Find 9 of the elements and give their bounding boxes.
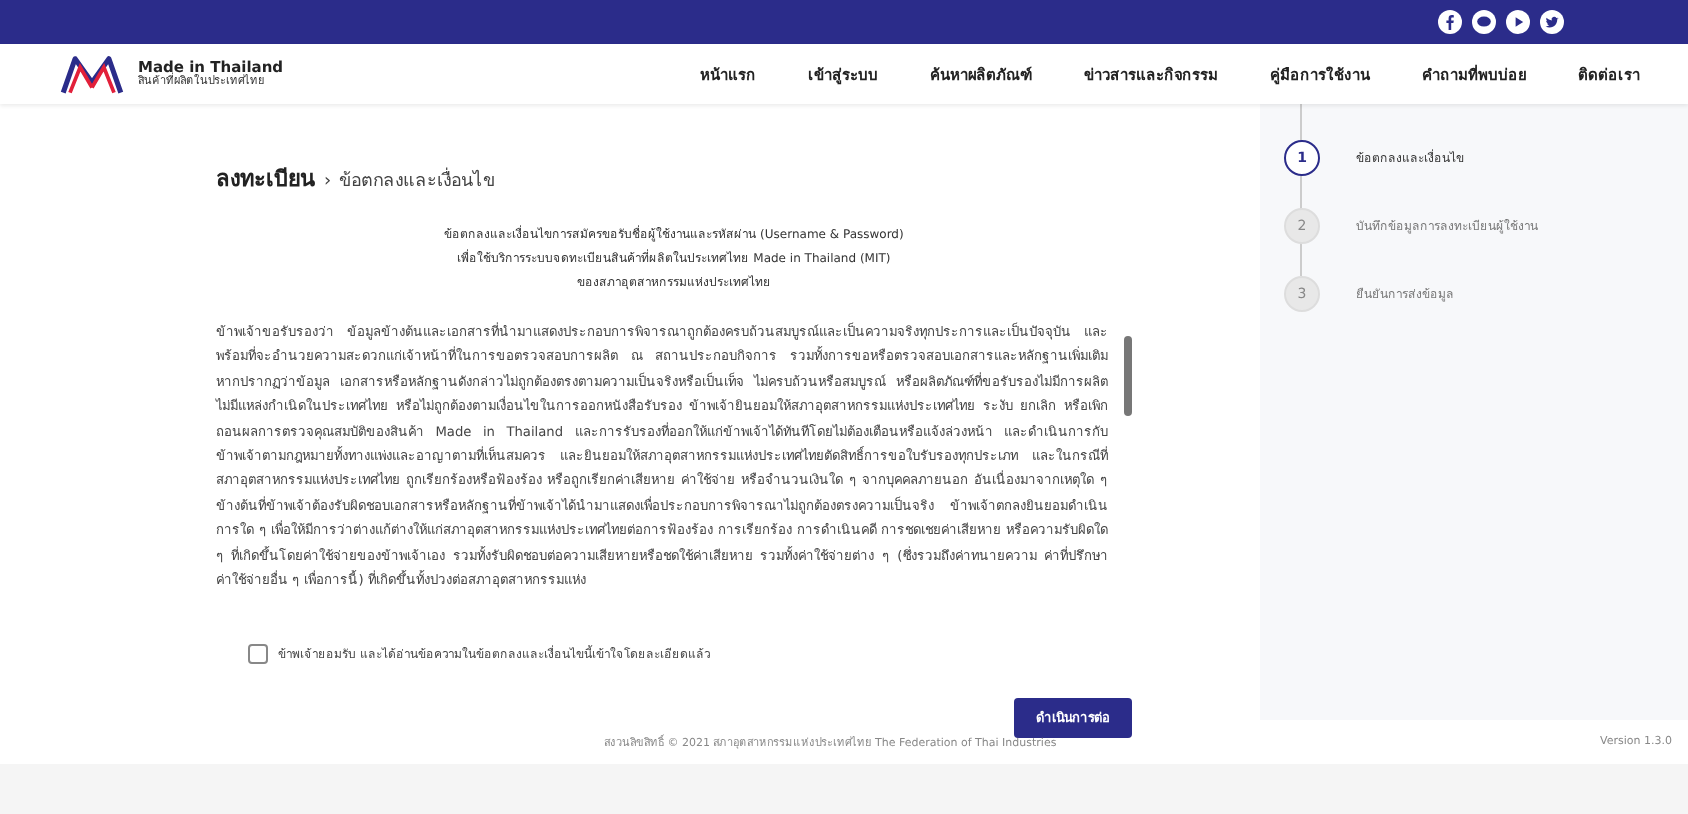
- breadcrumb-separator: ›: [324, 172, 332, 192]
- bird-icon[interactable]: [1540, 10, 1564, 34]
- breadcrumb-link[interactable]: ลงทะเบียน: [216, 160, 316, 196]
- play-icon[interactable]: [1506, 10, 1530, 34]
- accept-checkbox[interactable]: [248, 644, 268, 664]
- breadcrumb-current: ข้อตกลงและเงื่อนไข: [339, 166, 496, 194]
- logo-icon[interactable]: [56, 52, 128, 96]
- chat-bubble-icon[interactable]: [1472, 10, 1496, 34]
- facebook-icon[interactable]: [1438, 10, 1462, 34]
